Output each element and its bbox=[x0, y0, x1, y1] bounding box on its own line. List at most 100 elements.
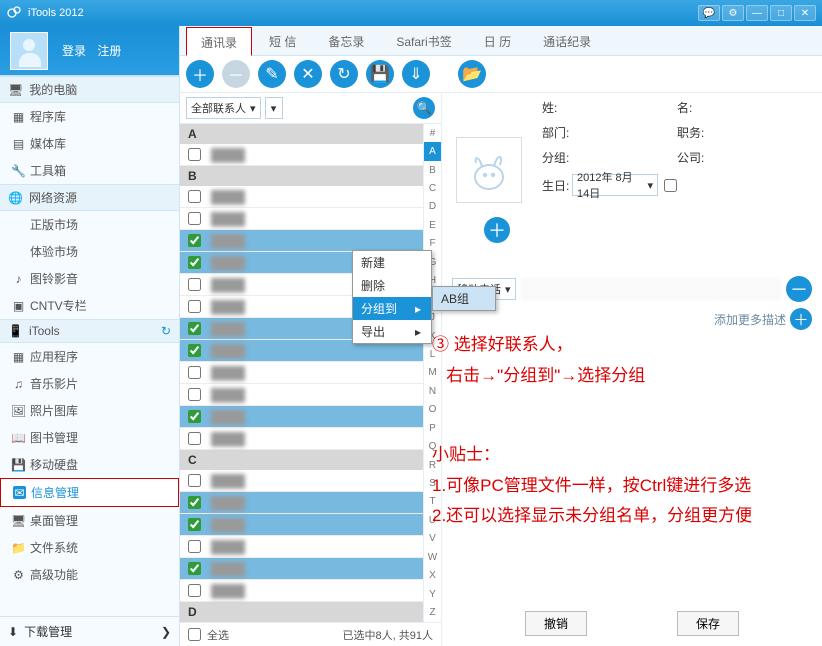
contact-row[interactable]: ████ bbox=[180, 362, 423, 384]
row-checkbox[interactable] bbox=[188, 212, 201, 225]
tab-contacts[interactable]: 通讯录 bbox=[186, 27, 252, 56]
contact-row[interactable]: ████ bbox=[180, 406, 423, 428]
contact-row[interactable]: ████ bbox=[180, 428, 423, 450]
minimize-button[interactable]: — bbox=[746, 5, 768, 21]
contact-row[interactable]: ████ bbox=[180, 514, 423, 536]
submenu-ab-group[interactable]: AB组 bbox=[433, 287, 495, 310]
contact-row[interactable]: ████ bbox=[180, 208, 423, 230]
row-checkbox[interactable] bbox=[188, 148, 201, 161]
menu-export[interactable]: 导出▸ bbox=[353, 320, 431, 343]
sidebar-item-filesystem[interactable]: 📁文件系统 bbox=[0, 534, 179, 561]
index-letter[interactable]: X bbox=[424, 567, 441, 585]
toolbar-refresh-button[interactable]: ↻ bbox=[330, 60, 358, 88]
select-all-checkbox[interactable] bbox=[188, 628, 201, 641]
nav-header-network[interactable]: 🌐网络资源 bbox=[0, 184, 179, 211]
toolbar-import-button[interactable]: ⇓ bbox=[402, 60, 430, 88]
row-checkbox[interactable] bbox=[188, 234, 201, 247]
row-checkbox[interactable] bbox=[188, 518, 201, 531]
row-checkbox[interactable] bbox=[188, 496, 201, 509]
contact-list[interactable]: A████B██████████████████████████████████… bbox=[180, 124, 423, 622]
login-link[interactable]: 登录 bbox=[62, 44, 86, 58]
phone-number-field[interactable] bbox=[522, 279, 780, 299]
menu-delete[interactable]: 删除 bbox=[353, 274, 431, 297]
sidebar-item-music[interactable]: ♫音乐影片 bbox=[0, 370, 179, 397]
sidebar-item-media[interactable]: ▤媒体库 bbox=[0, 130, 179, 157]
birthday-picker[interactable]: 2012年 8月14日 ▾ bbox=[572, 174, 658, 196]
row-checkbox[interactable] bbox=[188, 366, 201, 379]
row-checkbox[interactable] bbox=[188, 410, 201, 423]
contact-row[interactable]: ████ bbox=[180, 580, 423, 602]
sidebar-item-info-manage[interactable]: ✉信息管理 bbox=[0, 478, 179, 507]
index-letter[interactable]: P bbox=[424, 419, 441, 437]
close-button[interactable]: ✕ bbox=[794, 5, 816, 21]
sidebar-item-programs[interactable]: ▦程序库 bbox=[0, 103, 179, 130]
nav-header-itools[interactable]: 📱iTools ↻ bbox=[0, 319, 179, 343]
toolbar-add-button[interactable]: ＋ bbox=[186, 60, 214, 88]
tab-sms[interactable]: 短 信 bbox=[254, 26, 311, 55]
index-letter[interactable]: D bbox=[424, 198, 441, 216]
row-checkbox[interactable] bbox=[188, 584, 201, 597]
tab-calendar[interactable]: 日 历 bbox=[469, 26, 526, 55]
row-checkbox[interactable] bbox=[188, 278, 201, 291]
row-checkbox[interactable] bbox=[188, 540, 201, 553]
toolbar-remove-button[interactable]: － bbox=[222, 60, 250, 88]
index-letter[interactable]: # bbox=[424, 124, 441, 142]
sidebar-item-desktop[interactable]: 🖥桌面管理 bbox=[0, 507, 179, 534]
row-checkbox[interactable] bbox=[188, 300, 201, 313]
toolbar-edit-button[interactable]: ✎ bbox=[258, 60, 286, 88]
index-letter[interactable]: O bbox=[424, 401, 441, 419]
contact-row[interactable]: ████ bbox=[180, 230, 423, 252]
sidebar-item-books[interactable]: 📖图书管理 bbox=[0, 424, 179, 451]
contact-row[interactable]: ████ bbox=[180, 144, 423, 166]
menu-group-to[interactable]: 分组到▸ bbox=[353, 297, 431, 320]
menu-new[interactable]: 新建 bbox=[353, 251, 431, 274]
nav-header-mycomputer[interactable]: 🖥我的电脑 bbox=[0, 76, 179, 103]
add-more-button[interactable]: ＋ bbox=[790, 308, 812, 330]
sidebar-item-photos[interactable]: 🖼照片图库 bbox=[0, 397, 179, 424]
row-checkbox[interactable] bbox=[188, 256, 201, 269]
row-checkbox[interactable] bbox=[188, 344, 201, 357]
save-button[interactable]: 保存 bbox=[677, 611, 739, 636]
feedback-button[interactable]: 💬 bbox=[698, 5, 720, 21]
row-checkbox[interactable] bbox=[188, 432, 201, 445]
contact-row[interactable]: ████ bbox=[180, 384, 423, 406]
group-filter-select[interactable]: 全部联系人 ▾ bbox=[186, 97, 261, 119]
sidebar-item-mobile-disk[interactable]: 💾移动硬盘 bbox=[0, 451, 179, 478]
contact-row[interactable]: ████ bbox=[180, 470, 423, 492]
sidebar-item-cntv[interactable]: ▣CNTV专栏 bbox=[0, 292, 179, 319]
sidebar-item-ringtone[interactable]: ♪图铃影音 bbox=[0, 265, 179, 292]
tab-notes[interactable]: 备忘录 bbox=[313, 26, 379, 55]
row-checkbox[interactable] bbox=[188, 190, 201, 203]
search-button[interactable]: 🔍 bbox=[413, 97, 435, 119]
sort-select[interactable]: ▾ bbox=[265, 97, 283, 119]
index-letter[interactable]: Y bbox=[424, 585, 441, 603]
index-letter[interactable]: V bbox=[424, 530, 441, 548]
sidebar-item-toolbox[interactable]: 🔧工具箱 bbox=[0, 157, 179, 184]
remove-phone-button[interactable]: － bbox=[786, 276, 812, 302]
index-letter[interactable]: B bbox=[424, 161, 441, 179]
download-manager[interactable]: ⬇下载管理 ❯ bbox=[0, 616, 179, 646]
row-checkbox[interactable] bbox=[188, 474, 201, 487]
index-letter[interactable]: W bbox=[424, 548, 441, 566]
contact-row[interactable]: ████ bbox=[180, 186, 423, 208]
maximize-button[interactable]: □ bbox=[770, 5, 792, 21]
contact-row[interactable]: ████ bbox=[180, 558, 423, 580]
contact-row[interactable]: ████ bbox=[180, 492, 423, 514]
toolbar-delete-button[interactable]: ✕ bbox=[294, 60, 322, 88]
contact-photo[interactable] bbox=[456, 137, 522, 203]
tab-call-log[interactable]: 通话纪录 bbox=[528, 26, 606, 55]
index-letter[interactable]: C bbox=[424, 179, 441, 197]
sidebar-item-advanced[interactable]: ⚙高级功能 bbox=[0, 561, 179, 588]
add-photo-button[interactable]: ＋ bbox=[484, 217, 510, 243]
row-checkbox[interactable] bbox=[188, 388, 201, 401]
register-link[interactable]: 注册 bbox=[97, 44, 121, 58]
birthday-checkbox[interactable] bbox=[664, 179, 677, 192]
row-checkbox[interactable] bbox=[188, 562, 201, 575]
row-checkbox[interactable] bbox=[188, 322, 201, 335]
index-letter[interactable]: Z bbox=[424, 603, 441, 621]
tab-safari-bookmarks[interactable]: Safari书签 bbox=[381, 26, 466, 55]
contact-row[interactable]: ████ bbox=[180, 536, 423, 558]
index-letter[interactable]: E bbox=[424, 216, 441, 234]
sidebar-item-apps[interactable]: ▦应用程序 bbox=[0, 343, 179, 370]
settings-button[interactable]: ⚙ bbox=[722, 5, 744, 21]
